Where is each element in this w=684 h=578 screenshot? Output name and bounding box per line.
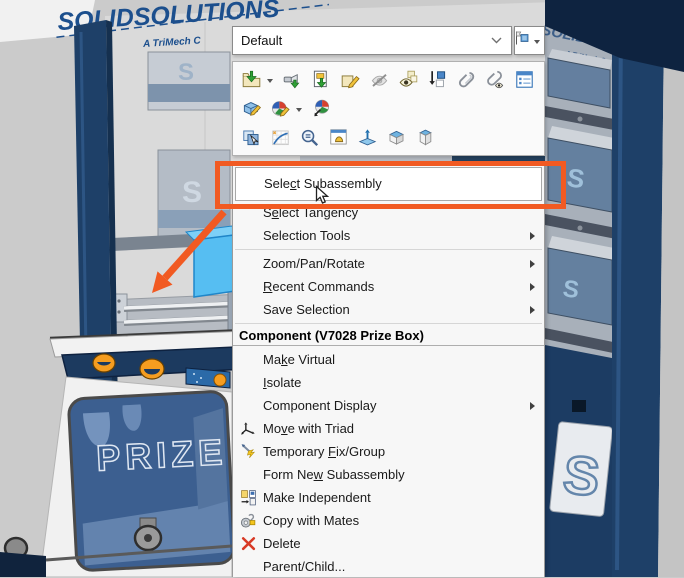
delete-icon	[240, 535, 257, 552]
menu-item-zoom-pan-rotate[interactable]: Zoom/Pan/Rotate	[233, 252, 544, 275]
menu-item-delete[interactable]: Delete	[233, 532, 544, 555]
menu-item-component-display[interactable]: Component Display	[233, 394, 544, 417]
toolbar-row-2	[237, 94, 540, 123]
menu-item-select-subassembly[interactable]: Select Subassembly	[235, 167, 542, 201]
shelf-box-upper-left: S	[148, 52, 230, 110]
edit-assembly-icon[interactable]	[237, 95, 266, 122]
flyout-caret-icon[interactable]	[267, 79, 273, 83]
submenu-arrow-icon	[530, 260, 535, 268]
make-independent-icon	[240, 489, 257, 506]
menu-separator	[235, 249, 542, 250]
menu-item-recent-commands[interactable]: Recent Commands	[233, 275, 544, 298]
context-toolbar	[232, 61, 545, 156]
menu-item-isolate[interactable]: Isolate	[233, 371, 544, 394]
insert-components-icon[interactable]	[423, 66, 452, 93]
toolbar-row-3	[237, 123, 540, 152]
submenu-arrow-icon	[530, 402, 535, 410]
submenu-arrow-icon	[530, 306, 535, 314]
submenu-arrow-icon	[530, 232, 535, 240]
display-states-icon	[514, 30, 530, 51]
context-menu: Select Subassembly Select Tangency Selec…	[232, 164, 545, 577]
menu-item-move-with-triad[interactable]: Move with Triad	[233, 417, 544, 440]
menu-item-make-virtual[interactable]: Make Virtual	[233, 348, 544, 371]
svg-text:S: S	[178, 59, 194, 86]
menu-section-component-header: Component (V7028 Prize Box)	[233, 326, 544, 346]
menu-separator	[235, 323, 542, 324]
menu-item-selection-tools[interactable]: Selection Tools	[233, 224, 544, 247]
appearances-icon[interactable]	[266, 95, 295, 122]
open-part-icon[interactable]	[237, 66, 266, 93]
open-drawing-icon[interactable]	[307, 66, 336, 93]
view-orientation-icon[interactable]	[411, 124, 440, 151]
suppress-icon[interactable]	[452, 66, 481, 93]
menu-item-make-independent[interactable]: Make Independent	[233, 486, 544, 509]
zoom-to-selection-icon[interactable]	[295, 124, 324, 151]
door-logo-plate: S	[550, 422, 613, 517]
reload-icon[interactable]	[278, 66, 307, 93]
display-states-button[interactable]	[514, 26, 545, 55]
side-shelf-boxes: S S	[545, 49, 618, 354]
svg-text:PRIZE: PRIZE	[95, 431, 228, 479]
select-other-icon[interactable]	[237, 124, 266, 151]
menu-item-form-new-subassembly[interactable]: Form New Subassembly	[233, 463, 544, 486]
component-properties-icon[interactable]	[510, 66, 539, 93]
menu-item-select-tangency[interactable]: Select Tangency	[233, 201, 544, 224]
copy-appearance-icon[interactable]	[307, 95, 336, 122]
unsuppress-with-dependents-icon[interactable]	[481, 66, 510, 93]
menu-item-copy-with-mates[interactable]: Copy with Mates	[233, 509, 544, 532]
flyout-caret-icon[interactable]	[296, 108, 302, 112]
svg-text:S: S	[182, 176, 202, 209]
chevron-down-icon	[491, 37, 502, 44]
sketch-icon[interactable]	[266, 124, 295, 151]
triad-icon	[240, 420, 257, 437]
svg-text:S: S	[560, 444, 602, 507]
menu-item-parent-child[interactable]: Parent/Child...	[233, 555, 544, 578]
move-with-triad-icon[interactable]	[353, 124, 382, 151]
edit-in-context-icon[interactable]	[336, 66, 365, 93]
menu-item-temporary-fix-group[interactable]: Temporary Fix/Group	[233, 440, 544, 463]
submenu-arrow-icon	[530, 283, 535, 291]
hide-component-icon[interactable]	[365, 66, 394, 93]
flyout-caret-icon	[534, 40, 540, 44]
fix-group-icon	[240, 443, 257, 460]
copy-with-mates-icon	[240, 512, 257, 529]
toolbar-row-1	[237, 65, 540, 94]
configuration-dropdown[interactable]: Default	[232, 26, 512, 55]
view-mates-icon[interactable]	[324, 124, 353, 151]
menu-item-save-selection[interactable]: Save Selection	[233, 298, 544, 321]
configuration-value: Default	[241, 33, 282, 48]
show-hidden-components-icon[interactable]	[394, 66, 423, 93]
normal-to-icon[interactable]	[382, 124, 411, 151]
